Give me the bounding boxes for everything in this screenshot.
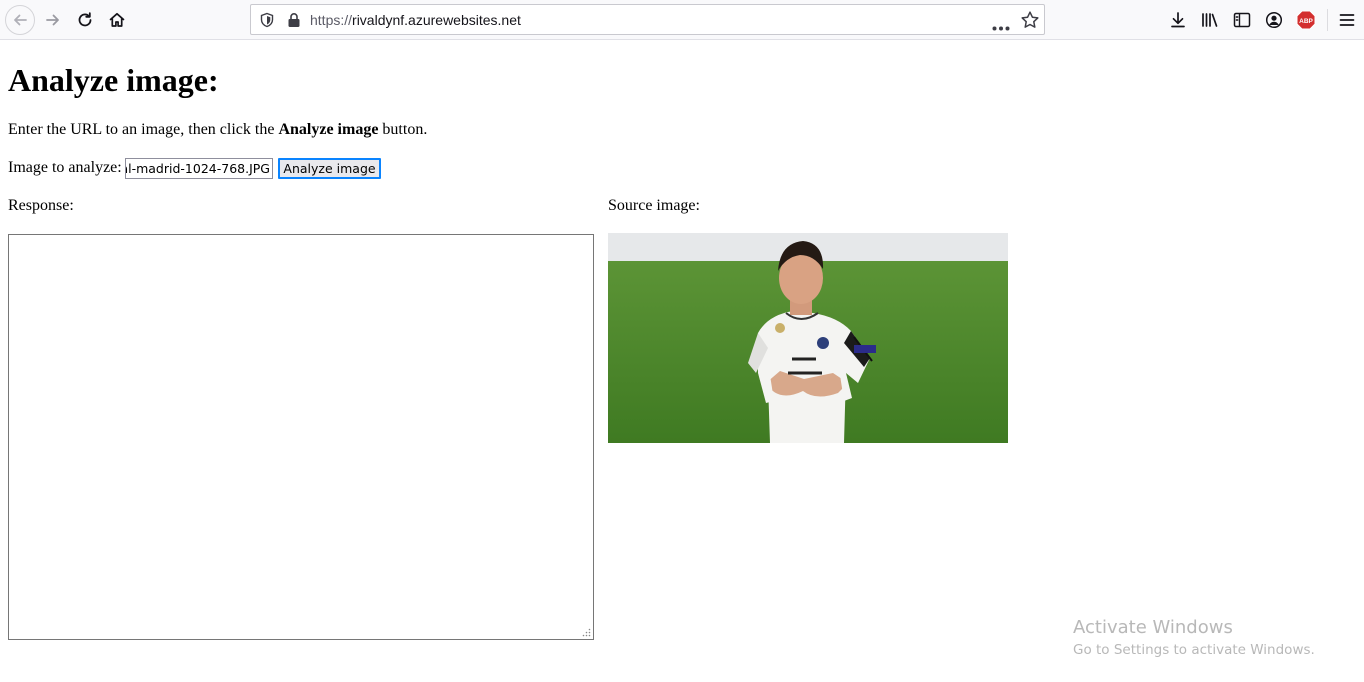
image-url-input[interactable]: eal-madrid-1024-768.JPG — [125, 158, 273, 179]
response-textarea[interactable] — [8, 234, 594, 640]
adblock-label: ABP — [1299, 18, 1313, 25]
shield-icon[interactable] — [259, 12, 275, 33]
download-icon[interactable] — [1167, 9, 1189, 31]
home-icon — [109, 12, 125, 27]
back-button[interactable] — [5, 5, 35, 35]
more-icon[interactable] — [992, 18, 1010, 36]
intro-after: button. — [378, 121, 428, 138]
url-host: rivaldynf.azurewebsites.net — [352, 12, 521, 28]
intro-before: Enter the URL to an image, then click th… — [8, 121, 279, 138]
account-icon[interactable] — [1263, 9, 1285, 31]
adblock-icon[interactable]: ABP — [1295, 9, 1317, 31]
forward-button[interactable] — [38, 5, 68, 35]
resize-grip-icon[interactable] — [582, 628, 591, 637]
toolbar-separator — [1327, 9, 1328, 31]
reload-button[interactable] — [70, 5, 100, 35]
address-bar[interactable]: https://rivaldynf.azurewebsites.net — [250, 4, 1045, 35]
url-text[interactable]: https://rivaldynf.azurewebsites.net — [310, 12, 521, 28]
lock-icon[interactable] — [287, 12, 301, 33]
source-image-label: Source image: — [608, 197, 700, 214]
menu-icon[interactable] — [1336, 9, 1358, 31]
watermark-line2: Go to Settings to activate Windows. — [1073, 642, 1315, 658]
sidebar-icon[interactable] — [1231, 9, 1253, 31]
forward-icon — [46, 14, 59, 26]
image-url-label: Image to analyze: — [8, 159, 122, 176]
response-label: Response: — [8, 197, 74, 214]
intro-bold: Analyze image — [278, 121, 379, 138]
source-image — [608, 233, 1008, 443]
intro-text: Enter the URL to an image, then click th… — [8, 121, 427, 139]
reload-icon — [78, 12, 92, 27]
page-title: Analyze image: — [8, 62, 219, 98]
browser-toolbar: https://rivaldynf.azurewebsites.net ABP — [0, 0, 1364, 40]
watermark-line1: Activate Windows — [1073, 617, 1233, 638]
star-icon[interactable] — [1020, 10, 1040, 35]
analyze-image-button[interactable]: Analyze image — [278, 158, 381, 179]
url-scheme: https:// — [310, 12, 353, 28]
library-icon[interactable] — [1199, 9, 1221, 31]
image-url-value: eal-madrid-1024-768.JPG — [125, 161, 270, 176]
back-icon — [14, 14, 27, 26]
home-button[interactable] — [102, 5, 132, 35]
windows-activation-watermark: Activate Windows Go to Settings to activ… — [1073, 617, 1315, 660]
